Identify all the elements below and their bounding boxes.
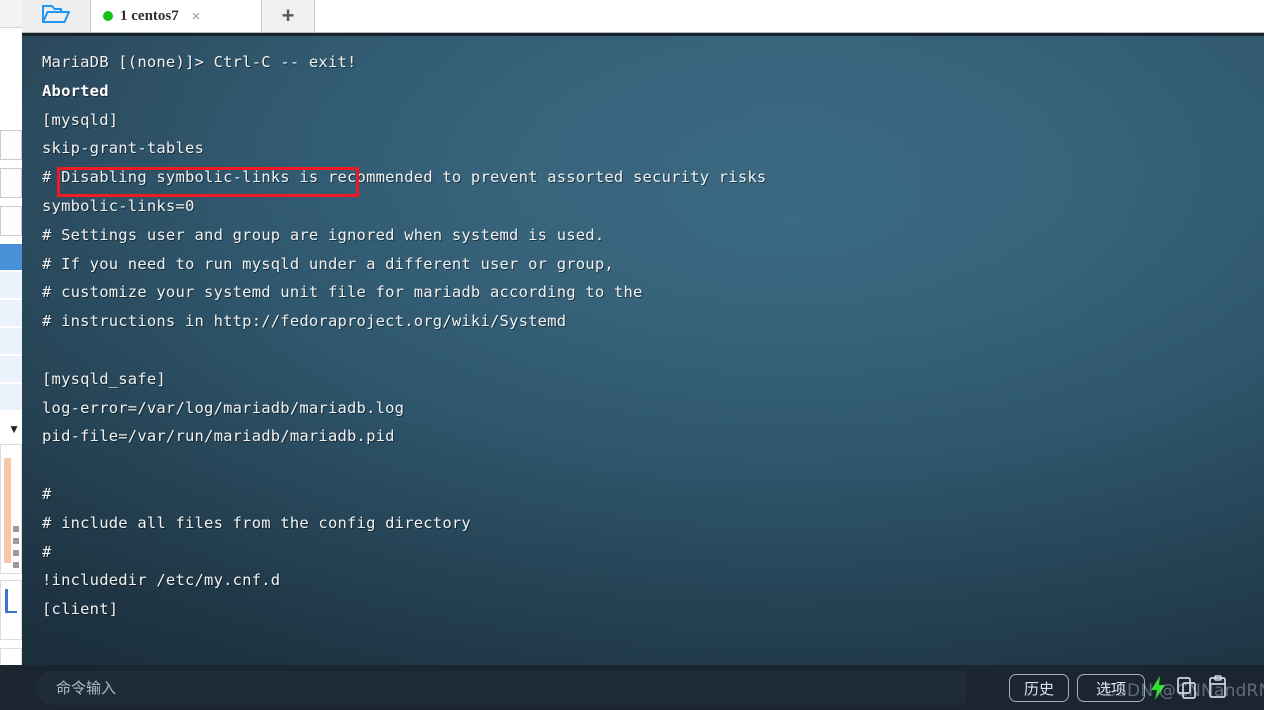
terminal-line: #	[42, 542, 52, 561]
tab-label: 1 centos7	[120, 7, 179, 24]
close-icon[interactable]: ×	[192, 9, 201, 24]
terminal-line: MariaDB [(none)]> Ctrl-C -- exit!	[42, 53, 357, 71]
tab-bar-empty-space	[315, 0, 1264, 32]
background-toolbar	[0, 0, 22, 28]
background-panel-row	[0, 206, 22, 236]
copy-icon[interactable]	[1175, 675, 1199, 701]
history-button[interactable]: 历史	[1009, 674, 1069, 702]
background-selected-row	[0, 244, 22, 270]
background-caret-icon: ▼	[0, 420, 22, 438]
background-panel-row	[0, 130, 22, 160]
terminal-line: # Settings user and group are ignored wh…	[42, 225, 605, 244]
terminal-line: # If you need to run mysqld under a diff…	[42, 254, 614, 273]
new-tab-button[interactable]: +	[262, 0, 315, 32]
bottom-command-bar: 历史 选项	[0, 665, 1264, 710]
background-list-row	[0, 300, 22, 326]
terminal-line: # instructions in http://fedoraproject.o…	[42, 312, 567, 331]
background-list-row	[0, 356, 22, 382]
background-list-row	[0, 272, 22, 298]
terminal-line: # Disabling symbolic-links is recommende…	[42, 168, 767, 187]
open-folder-button[interactable]	[22, 0, 91, 32]
terminal-line: [client]	[42, 600, 119, 619]
bolt-icon[interactable]	[1146, 675, 1170, 701]
connection-status-dot	[103, 11, 113, 21]
terminal-line: [mysqld_safe]	[42, 369, 166, 388]
terminal-line: log-error=/var/log/mariadb/mariadb.log	[42, 398, 405, 417]
terminal-line: Aborted	[42, 81, 109, 100]
background-list-row	[0, 384, 22, 410]
paste-icon[interactable]	[1206, 675, 1230, 701]
terminal-output: MariaDB [(none)]> Ctrl-C -- exit! Aborted…	[42, 48, 1254, 624]
tab-centos7[interactable]: 1 centos7 ×	[91, 0, 262, 32]
terminal-line: !includedir /etc/my.cnf.d	[42, 571, 281, 590]
terminal-line: # include all files from the config dire…	[42, 513, 471, 532]
folder-icon	[41, 3, 71, 30]
terminal-line: #	[42, 484, 52, 503]
terminal-line: skip-grant-tables	[42, 139, 205, 158]
background-list-row	[0, 328, 22, 354]
tab-bar: 1 centos7 × +	[22, 0, 1264, 33]
terminal-line: symbolic-links=0	[42, 196, 195, 215]
terminal-line: # customize your systemd unit file for m…	[42, 283, 643, 302]
command-input[interactable]	[36, 671, 966, 705]
terminal-line: [mysqld]	[42, 110, 119, 129]
terminal-panel[interactable]: MariaDB [(none)]> Ctrl-C -- exit! Aborted…	[22, 32, 1264, 710]
options-button[interactable]: 选项	[1077, 674, 1145, 702]
background-window-sliver: ▼	[0, 0, 22, 710]
terminal-line: pid-file=/var/run/mariadb/mariadb.pid	[42, 427, 395, 446]
background-chart	[0, 580, 22, 640]
background-panel-row	[0, 168, 22, 198]
